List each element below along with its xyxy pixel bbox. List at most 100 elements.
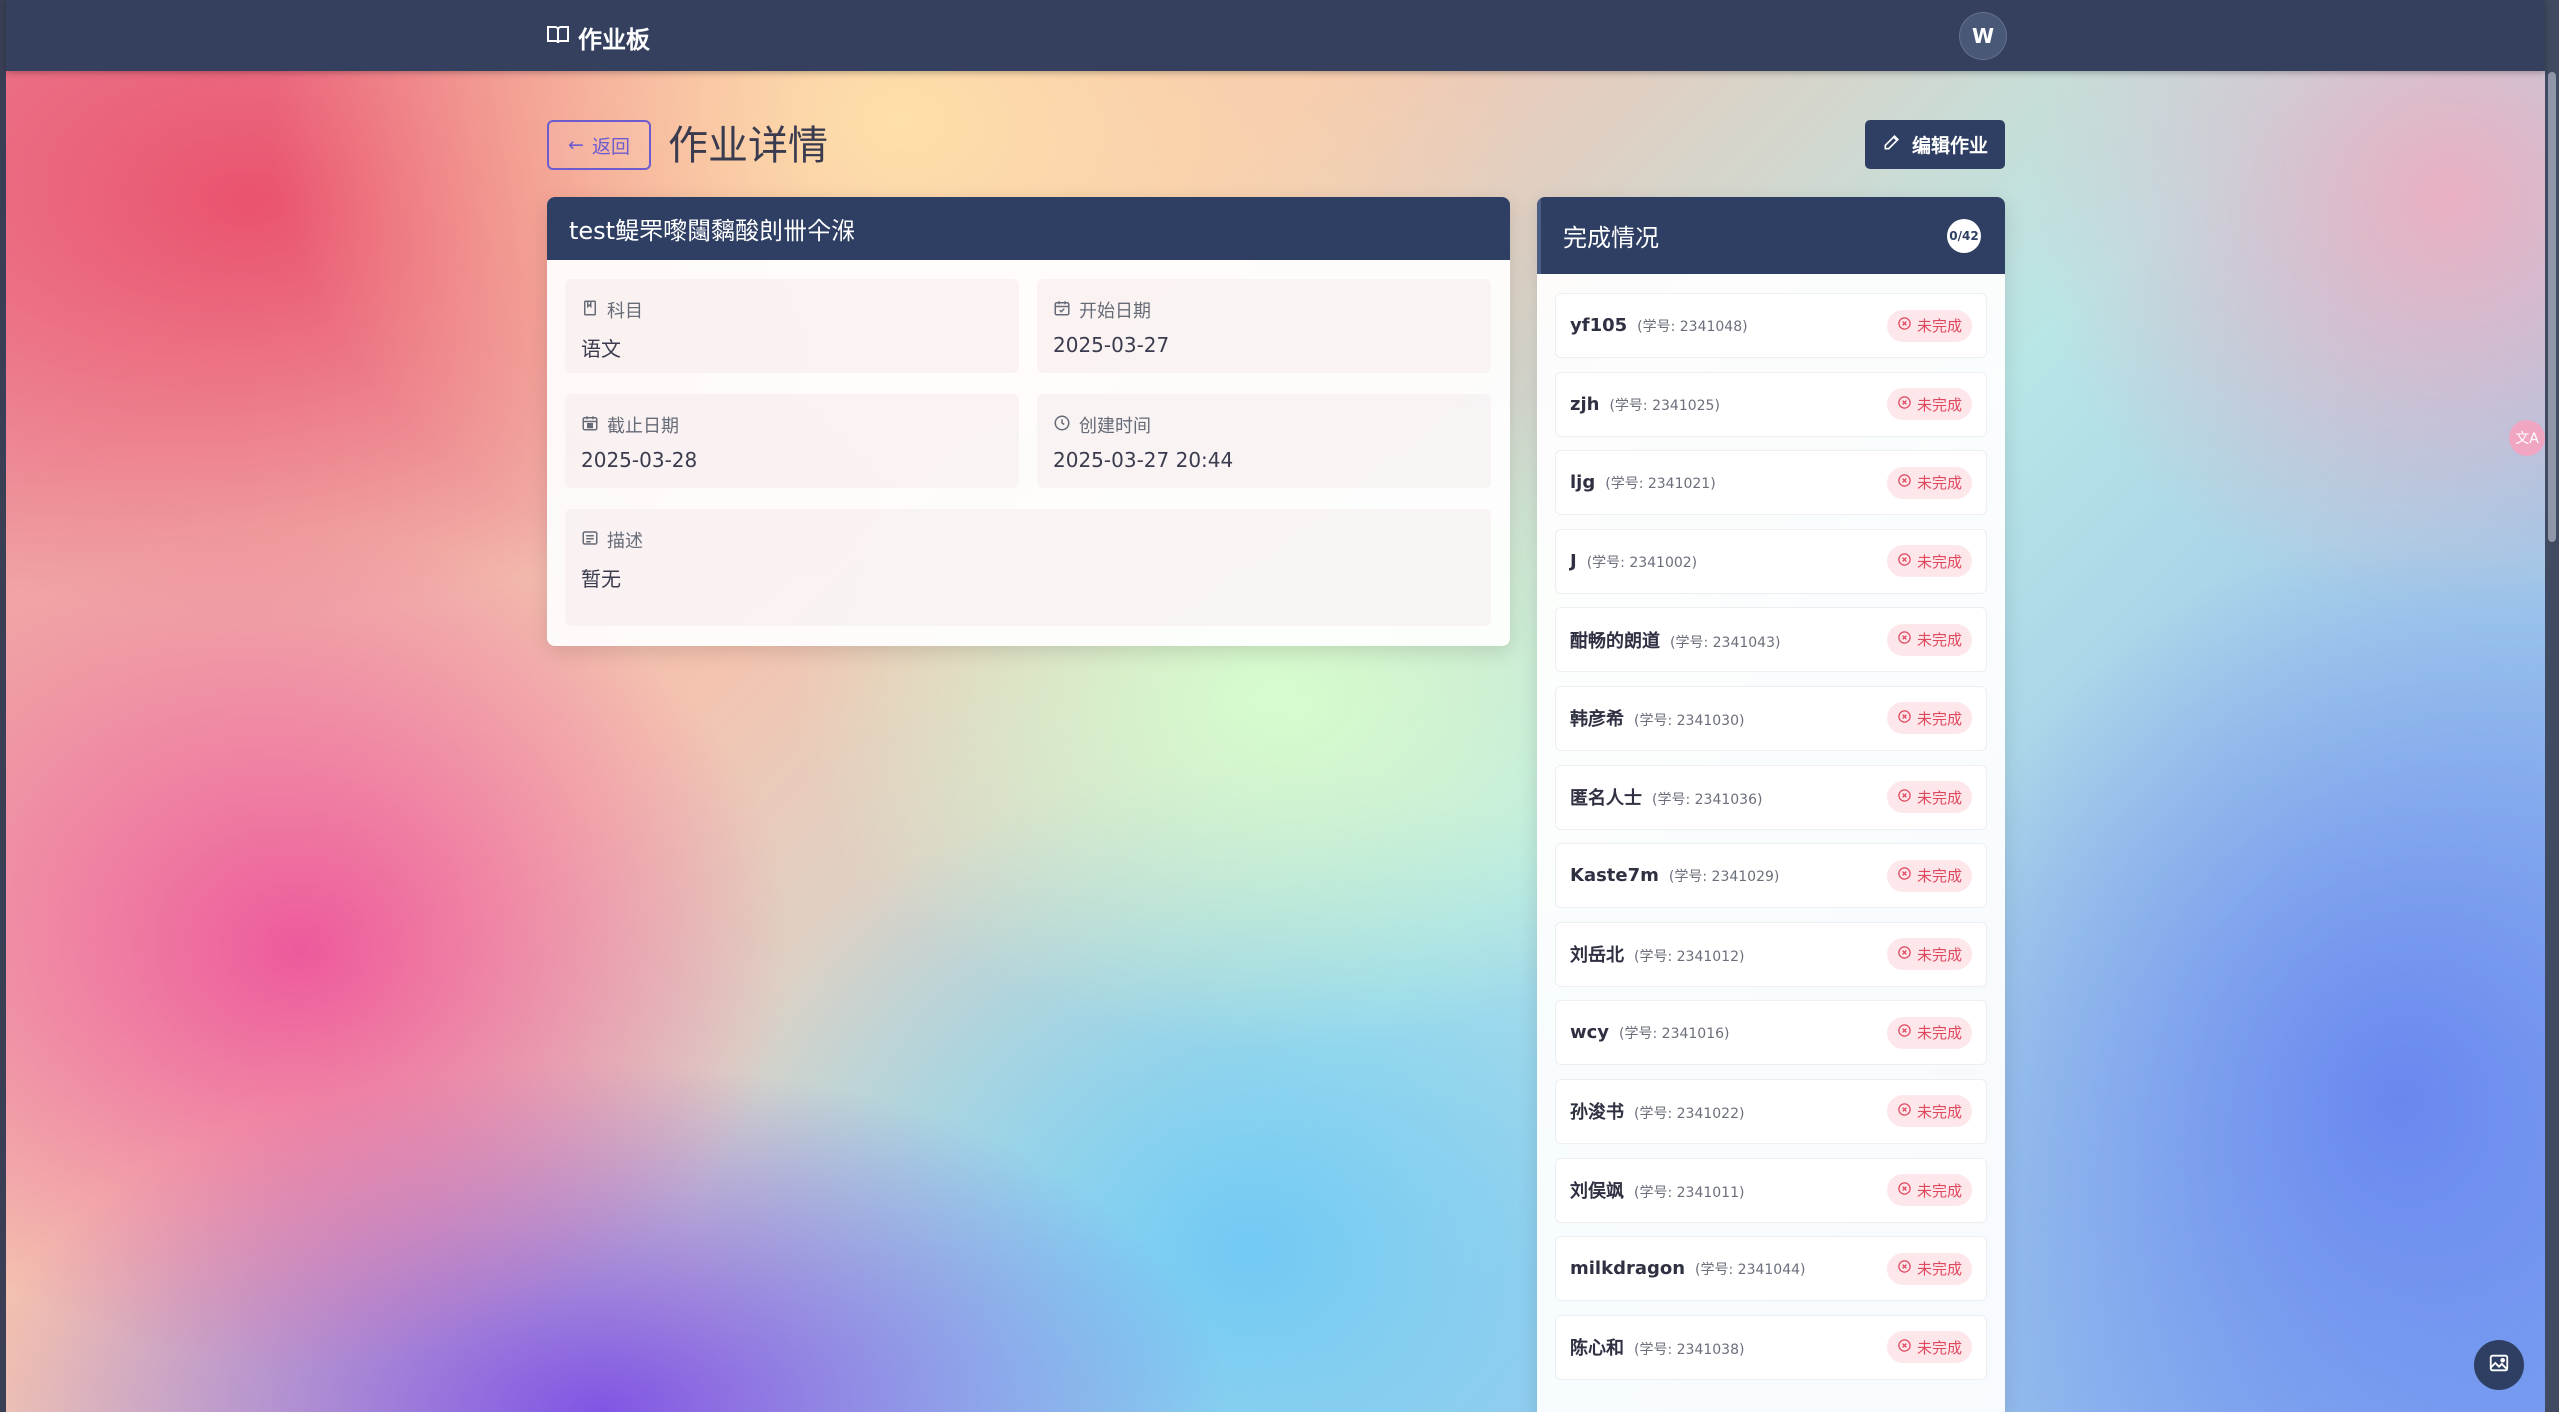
subject-field: 科目 语文 (565, 279, 1019, 373)
start-date-label: 开始日期 (1079, 301, 1151, 322)
text-lines-icon (581, 529, 599, 552)
edit-button-label: 编辑作业 (1911, 135, 1988, 157)
student-id: (学号: 2341022) (1634, 1106, 1745, 1123)
student-list: yf105 (学号: 2341048) 未完成 zjh (学号: 2341025) 未完成… (1555, 293, 1987, 1393)
scrollbar-thumb[interactable] (2548, 72, 2556, 542)
status-badge: 未完成 (1886, 545, 1972, 578)
x-circle-icon (1897, 788, 1912, 807)
student-list-item[interactable]: 匿名人士 (学号: 2341036) 未完成 (1555, 764, 1987, 830)
description-field: 描述 暂无 (565, 509, 1491, 626)
image-icon (2488, 1352, 2510, 1378)
completion-status-card: 完成情况 0/42 yf105 (学号: 2341048) 未完成 zjh (学号: 2… (1537, 197, 2005, 1412)
description-label: 描述 (607, 531, 643, 552)
page-title: 作业详情 (668, 123, 828, 169)
calendar-x-icon (581, 414, 599, 437)
student-list-item[interactable]: 陈心和 (学号: 2341038) 未完成 (1555, 1314, 1987, 1380)
x-circle-icon (1897, 395, 1912, 414)
status-badge-label: 未完成 (1916, 1260, 1962, 1279)
student-name: 酣畅的朗道 (1570, 630, 1660, 652)
due-date-field: 截止日期 2025-03-28 (565, 394, 1019, 488)
scrollbar-track[interactable] (2545, 0, 2559, 1412)
student-id: (学号: 2341048) (1637, 319, 1748, 335)
status-badge: 未完成 (1886, 1252, 1972, 1285)
student-list-item[interactable]: wcy (学号: 2341016) 未完成 (1555, 1000, 1987, 1066)
start-date-value: 2025-03-27 (1053, 333, 1170, 357)
x-circle-icon (1897, 1181, 1912, 1200)
created-at-field: 创建时间 2025-03-27 20:44 (1037, 394, 1491, 488)
x-circle-icon (1897, 1023, 1912, 1042)
start-date-field: 开始日期 2025-03-27 (1037, 279, 1491, 373)
student-list-item[interactable]: yf105 (学号: 2341048) 未完成 (1555, 293, 1987, 358)
x-circle-icon (1897, 473, 1912, 492)
student-list-item[interactable]: 刘岳北 (学号: 2341012) 未完成 (1555, 921, 1987, 987)
student-id: (学号: 2341021) (1605, 476, 1716, 493)
status-badge: 未完成 (1886, 1331, 1972, 1364)
student-id: (学号: 2341030) (1634, 713, 1745, 730)
description-value: 暂无 (581, 567, 621, 591)
student-list-item[interactable]: Kaste7m (学号: 2341029) 未完成 (1555, 843, 1987, 909)
created-at-label: 创建时间 (1079, 416, 1151, 437)
student-id: (学号: 2341036) (1652, 792, 1763, 809)
clock-icon (1053, 414, 1071, 437)
student-id: (学号: 2341016) (1619, 1026, 1730, 1043)
student-name: J (1570, 550, 1577, 572)
x-circle-icon (1897, 630, 1912, 649)
student-list-item[interactable]: 酣畅的朗道 (学号: 2341043) 未完成 (1555, 607, 1987, 673)
x-circle-icon (1897, 1259, 1912, 1278)
status-badge-label: 未完成 (1916, 631, 1962, 650)
user-avatar[interactable]: W (1959, 12, 2007, 60)
x-circle-icon (1897, 866, 1912, 885)
status-badge: 未完成 (1886, 859, 1972, 892)
student-list-item[interactable]: J (学号: 2341002) 未完成 (1555, 528, 1987, 594)
status-badge: 未完成 (1886, 388, 1972, 421)
student-list-item[interactable]: 刘俣飒 (学号: 2341011) 未完成 (1555, 1157, 1987, 1223)
status-badge: 未完成 (1886, 309, 1972, 342)
translate-icon[interactable]: 文A (2509, 420, 2545, 456)
pencil-icon (1882, 132, 1902, 157)
status-badge: 未完成 (1886, 1016, 1972, 1049)
top-navbar: 作业板 W (6, 0, 2545, 71)
subject-value: 语文 (581, 337, 621, 361)
back-button[interactable]: ← 返回 (547, 120, 651, 170)
due-date-label: 截止日期 (607, 416, 679, 437)
created-at-value: 2025-03-27 20:44 (1053, 448, 1234, 472)
x-circle-icon (1897, 316, 1912, 335)
student-id: (学号: 2341038) (1634, 1342, 1745, 1359)
student-list-item[interactable]: ljg (学号: 2341021) 未完成 (1555, 450, 1987, 516)
brand-link[interactable]: 作业板 (546, 20, 650, 55)
calendar-check-icon (1053, 299, 1071, 322)
status-badge-label: 未完成 (1916, 474, 1962, 493)
status-badge: 未完成 (1886, 938, 1972, 971)
status-badge: 未完成 (1886, 466, 1972, 499)
status-badge-label: 未完成 (1916, 317, 1962, 335)
status-badge-label: 未完成 (1916, 709, 1962, 728)
status-badge-label: 未完成 (1916, 945, 1962, 964)
status-badge: 未完成 (1886, 1174, 1972, 1207)
student-id: (学号: 2341043) (1670, 634, 1781, 651)
student-name: 孙浚书 (1570, 1102, 1624, 1124)
student-list-item[interactable]: 孙浚书 (学号: 2341022) 未完成 (1555, 1078, 1987, 1144)
student-name: Kaste7m (1570, 865, 1659, 887)
x-circle-icon (1897, 552, 1912, 571)
completion-header: 完成情况 0/42 (1537, 197, 2005, 274)
student-id: (学号: 2341012) (1634, 949, 1745, 966)
x-circle-icon (1897, 945, 1912, 964)
student-name: yf105 (1570, 315, 1628, 336)
student-list-item[interactable]: zjh (学号: 2341025) 未完成 (1555, 371, 1987, 437)
status-badge-label: 未完成 (1916, 867, 1962, 886)
x-circle-icon (1897, 1102, 1912, 1121)
brand-name: 作业板 (578, 26, 650, 54)
status-badge-label: 未完成 (1916, 395, 1962, 414)
student-name: 刘俣飒 (1570, 1181, 1624, 1203)
student-id: (学号: 2341002) (1586, 554, 1698, 571)
x-circle-icon (1897, 709, 1912, 728)
student-list-item[interactable]: 韩彦希 (学号: 2341030) 未完成 (1555, 685, 1987, 751)
status-badge-label: 未完成 (1916, 1181, 1962, 1200)
status-badge: 未完成 (1886, 781, 1972, 814)
background-image-button[interactable] (2474, 1340, 2524, 1390)
student-list-item[interactable]: milkdragon (学号: 2341044) 未完成 (1555, 1236, 1987, 1302)
completion-title: 完成情况 (1563, 224, 1659, 252)
arrow-left-icon: ← (568, 134, 584, 156)
edit-assignment-button[interactable]: 编辑作业 (1865, 120, 2005, 169)
student-name: ljg (1570, 472, 1596, 494)
